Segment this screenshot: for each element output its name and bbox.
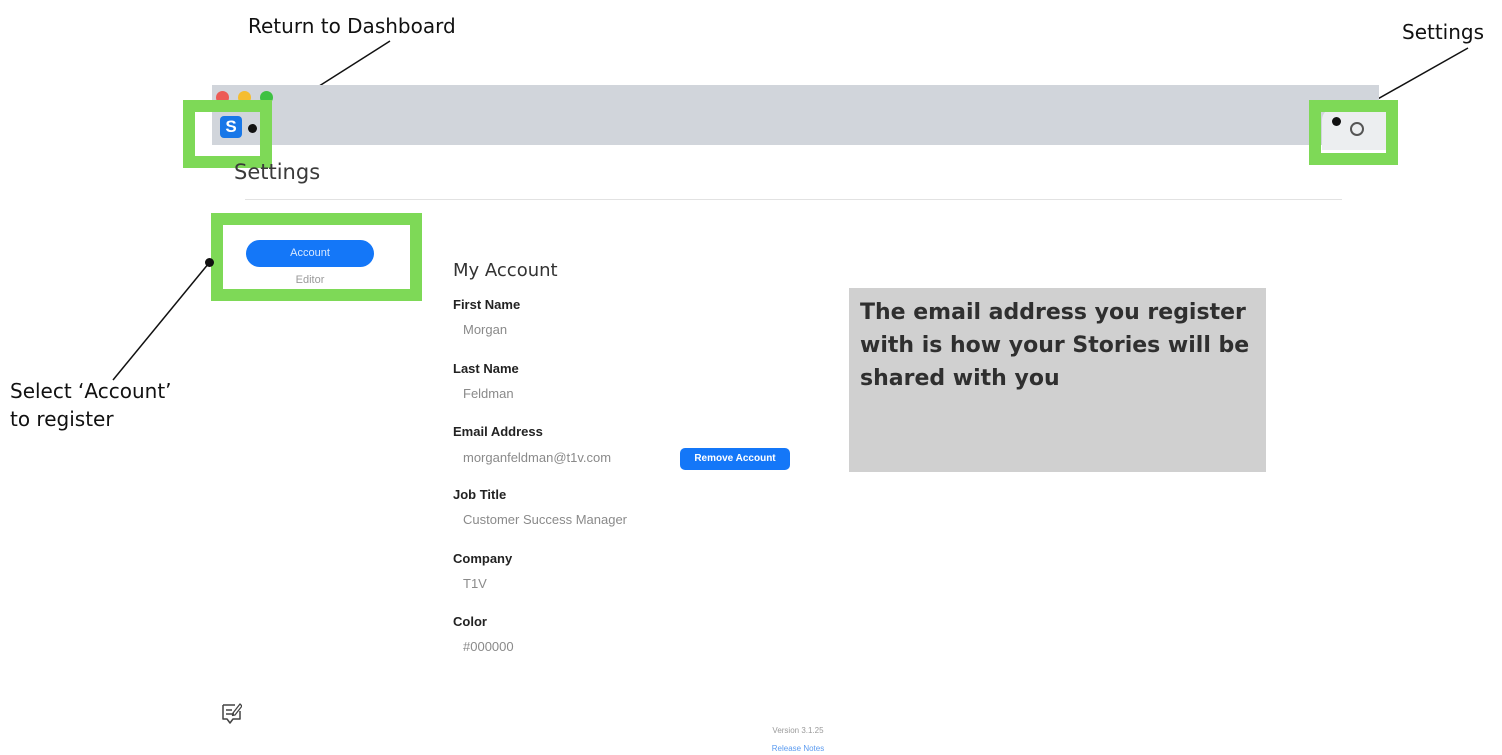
job-title-field[interactable]: Customer Success Manager (463, 512, 627, 527)
email-address-field[interactable]: morganfeldman@t1v.com (463, 450, 611, 465)
highlight-dashboard-box (183, 100, 272, 168)
leader-line-account (112, 262, 210, 381)
section-title: My Account (453, 260, 558, 281)
annotation-dot-dashboard (248, 124, 257, 133)
page-title: Settings (234, 160, 321, 184)
company-field[interactable]: T1V (463, 576, 487, 591)
annotation-dot-settings (1332, 117, 1341, 126)
callout-settings: Settings (1402, 20, 1485, 44)
window-titlebar: S (212, 85, 1379, 145)
email-address-label: Email Address (453, 424, 543, 439)
last-name-label: Last Name (453, 361, 519, 376)
callout-select-account-line1: Select ‘Account’ (10, 379, 172, 403)
color-field[interactable]: #000000 (463, 639, 514, 654)
info-callout-text: The email address you register with is h… (860, 300, 1250, 391)
nav-item-account[interactable]: Account (246, 240, 374, 267)
release-notes-link[interactable]: Release Notes (748, 744, 848, 753)
callout-select-account-line2: to register (10, 407, 114, 431)
header-divider (245, 199, 1342, 200)
color-label: Color (453, 614, 487, 629)
nav-item-editor[interactable]: Editor (246, 274, 374, 286)
callout-return-to-dashboard: Return to Dashboard (248, 14, 456, 38)
company-label: Company (453, 551, 513, 566)
highlight-settings-box (1309, 100, 1398, 165)
version-text: Version 3.1.25 (772, 726, 824, 735)
first-name-field[interactable]: Morgan (463, 322, 507, 337)
job-title-label: Job Title (453, 487, 507, 502)
annotation-dot-account (205, 258, 214, 267)
feedback-icon[interactable] (222, 702, 242, 726)
remove-account-button[interactable]: Remove Account (680, 448, 790, 470)
info-callout-box: The email address you register with is h… (849, 288, 1266, 472)
first-name-label: First Name (453, 297, 521, 312)
last-name-field[interactable]: Feldman (463, 386, 514, 401)
